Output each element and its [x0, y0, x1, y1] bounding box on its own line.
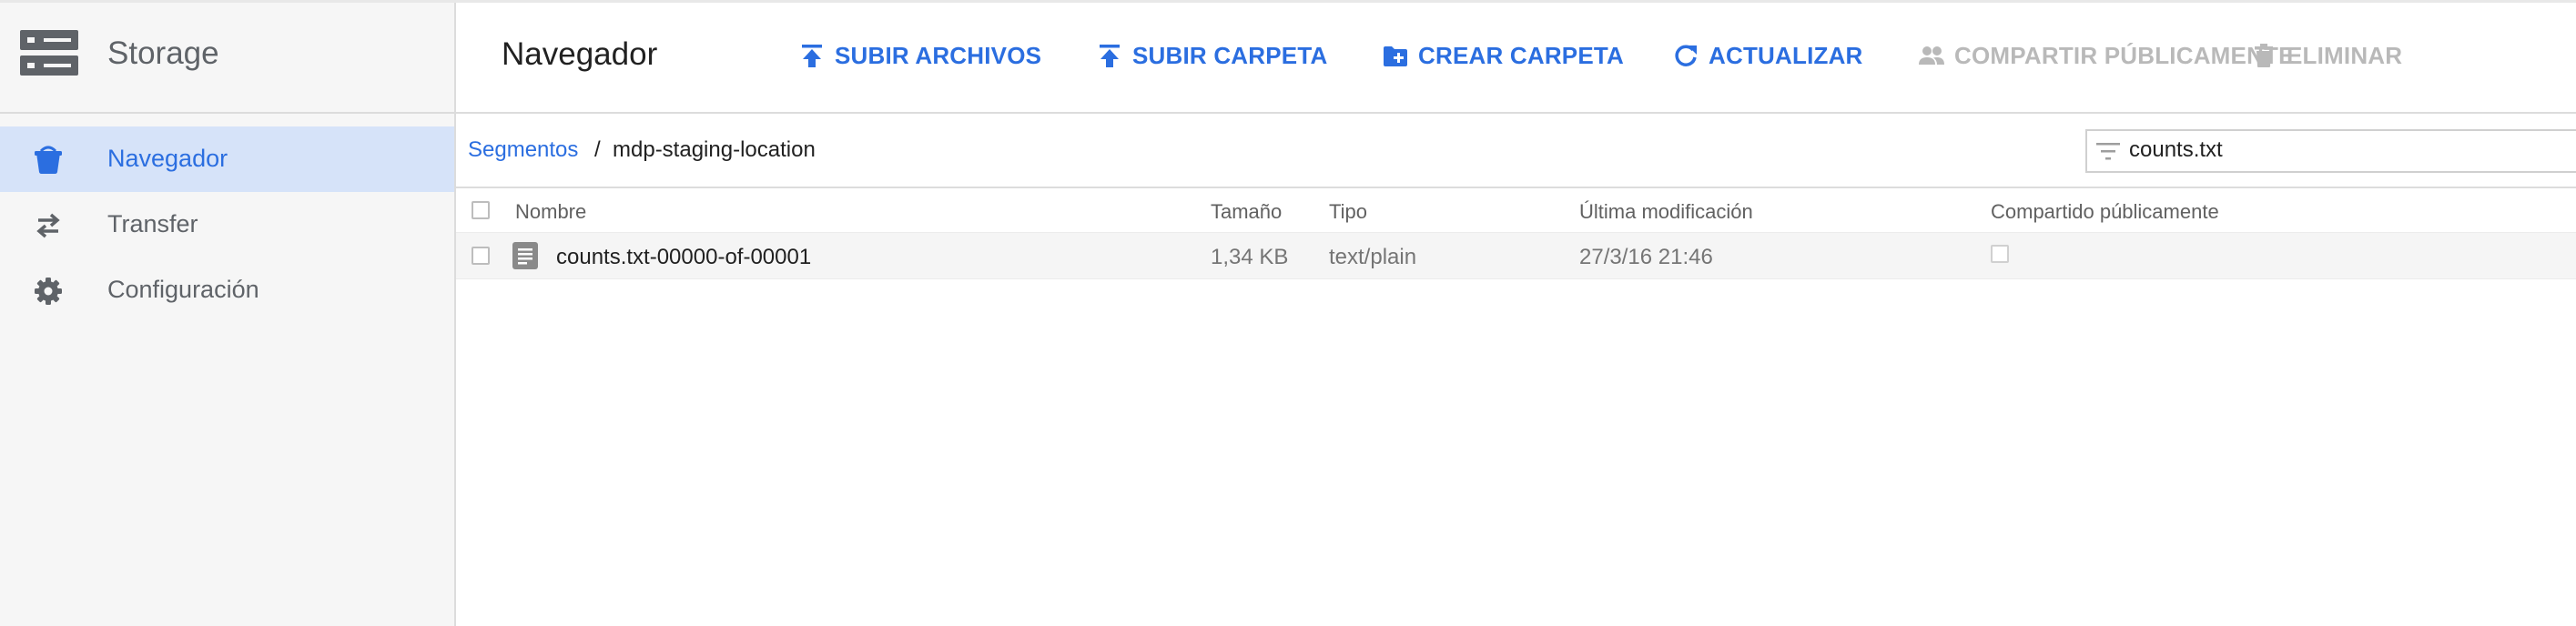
- text-file-icon: [512, 242, 538, 269]
- bucket-icon: [35, 146, 62, 174]
- breadcrumb-separator: /: [594, 137, 601, 162]
- app-title: Storage: [107, 35, 219, 71]
- sidebar-item-label: Transfer: [107, 210, 198, 237]
- people-icon: [1919, 46, 1944, 65]
- sidebar-item-label: Navegador: [107, 145, 228, 172]
- upload-files-button[interactable]: SUBIR ARCHIVOS: [798, 39, 1041, 72]
- create-folder-button[interactable]: CREAR CARPETA: [1382, 39, 1624, 72]
- upload-folder-label: SUBIR CARPETA: [1132, 41, 1328, 69]
- filter-input[interactable]: [2129, 136, 2566, 164]
- app-header: Storage: [0, 3, 454, 114]
- create-folder-icon: [1384, 46, 1407, 66]
- sidebar-item-label: Configuración: [107, 276, 259, 303]
- upload-icon: [802, 45, 822, 67]
- refresh-button[interactable]: ACTUALIZAR: [1672, 39, 1863, 72]
- column-header-type[interactable]: Tipo: [1329, 200, 1367, 224]
- file-size: 1,34 KB: [1211, 245, 1289, 269]
- sidebar-item-transfer[interactable]: Transfer: [0, 192, 454, 257]
- refresh-icon: [1675, 45, 1697, 66]
- sidebar-item-configuracion[interactable]: Configuración: [0, 257, 454, 323]
- select-all-checkbox[interactable]: [472, 201, 490, 219]
- share-publicly-checkbox[interactable]: [1991, 245, 2009, 263]
- table-row[interactable]: counts.txt-00000-of-00001 1,34 KB text/p…: [456, 232, 2576, 279]
- filter-box[interactable]: [2085, 129, 2576, 173]
- sidebar-item-navegador[interactable]: Navegador: [0, 126, 454, 192]
- upload-files-label: SUBIR ARCHIVOS: [835, 41, 1042, 69]
- file-type: text/plain: [1329, 245, 1417, 269]
- column-header-size[interactable]: Tamaño: [1211, 200, 1282, 224]
- breadcrumb-current: mdp-staging-location: [613, 137, 816, 162]
- breadcrumb-root-link[interactable]: Segmentos: [468, 137, 578, 163]
- gear-icon: [35, 278, 62, 305]
- filter-icon: [2096, 143, 2120, 160]
- upload-icon: [1100, 45, 1120, 67]
- share-publicly-label: COMPARTIR PÚBLICAMENTE: [1954, 41, 2295, 69]
- table-header: Nombre Tamaño Tipo Última modificación C…: [456, 188, 2576, 232]
- trash-icon: [2255, 44, 2273, 67]
- share-publicly-button[interactable]: COMPARTIR PÚBLICAMENTE: [1918, 39, 2295, 72]
- column-header-name[interactable]: Nombre: [515, 200, 586, 224]
- breadcrumb-bar: Segmentos / mdp-staging-location: [456, 114, 2576, 188]
- toolbar: Navegador SUBIR ARCHIVOS SUBIR CARPETA C…: [456, 3, 2576, 114]
- column-header-modified[interactable]: Última modificación: [1579, 200, 1753, 224]
- upload-folder-button[interactable]: SUBIR CARPETA: [1096, 39, 1327, 72]
- delete-button[interactable]: ELIMINAR: [2250, 39, 2402, 72]
- file-modified: 27/3/16 21:46: [1579, 245, 1713, 269]
- page-title: Navegador: [502, 36, 658, 72]
- refresh-label: ACTUALIZAR: [1709, 41, 1863, 69]
- sidebar: Storage Navegador Transfer Configuración: [0, 3, 456, 626]
- column-header-shared[interactable]: Compartido públicamente: [1991, 200, 2219, 224]
- create-folder-label: CREAR CARPETA: [1418, 41, 1625, 69]
- file-name-link[interactable]: counts.txt-00000-of-00001: [556, 245, 811, 270]
- transfer-arrows-icon: [36, 213, 60, 238]
- main-content: Navegador SUBIR ARCHIVOS SUBIR CARPETA C…: [456, 3, 2576, 626]
- delete-label: ELIMINAR: [2287, 41, 2403, 69]
- storage-icon: [20, 30, 78, 76]
- row-select-checkbox[interactable]: [472, 247, 490, 265]
